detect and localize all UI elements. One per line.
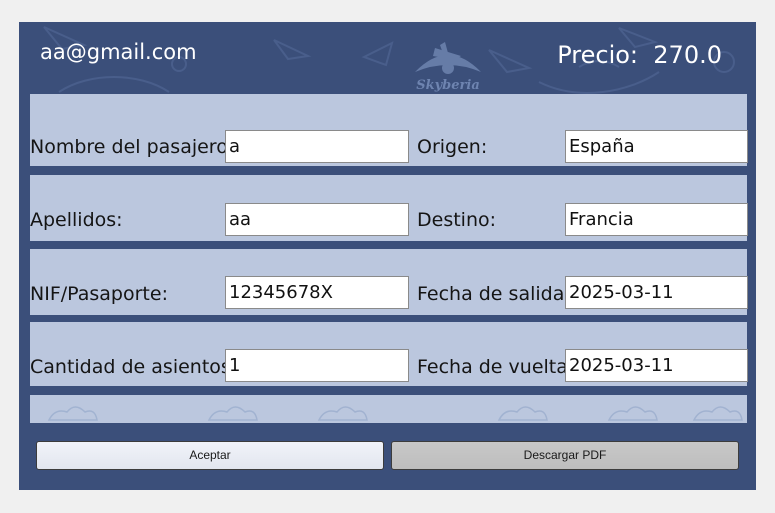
download-pdf-button[interactable]: Descargar PDF xyxy=(391,441,739,470)
apellidos-label: Apellidos: xyxy=(30,209,123,231)
destino-label: Destino: xyxy=(417,209,497,231)
asientos-input[interactable]: 1 xyxy=(225,349,409,382)
skyberia-logo: Skyberia xyxy=(415,42,481,92)
price-value: 270.0 xyxy=(653,41,722,69)
logo-text: Skyberia xyxy=(416,78,480,92)
nombre-input[interactable]: a xyxy=(225,130,409,163)
accept-button[interactable]: Aceptar xyxy=(36,441,384,470)
footer-band xyxy=(30,395,747,423)
user-email: aa@gmail.com xyxy=(40,40,197,64)
origen-input[interactable]: España xyxy=(565,130,748,163)
vuelta-label: Fecha de vuelta: xyxy=(417,356,575,378)
price-display: Precio: 270.0 xyxy=(557,41,722,69)
salida-label: Fecha de salida: xyxy=(417,283,571,305)
nif-label: NIF/Pasaporte: xyxy=(30,283,168,305)
asientos-label: Cantidad de asientos: xyxy=(30,356,238,378)
booking-window: aa@gmail.com Skyberia Precio: 270.0 Nomb… xyxy=(19,22,756,490)
destino-input[interactable]: Francia xyxy=(565,203,748,236)
vuelta-input[interactable]: 2025-03-11 xyxy=(565,349,748,382)
nombre-label: Nombre del pasajero: xyxy=(30,136,235,158)
salida-input[interactable]: 2025-03-11 xyxy=(565,276,748,309)
apellidos-input[interactable]: aa xyxy=(225,203,409,236)
origen-label: Origen: xyxy=(417,136,488,158)
price-label: Precio: xyxy=(557,41,639,69)
nif-input[interactable]: 12345678X xyxy=(225,276,409,309)
